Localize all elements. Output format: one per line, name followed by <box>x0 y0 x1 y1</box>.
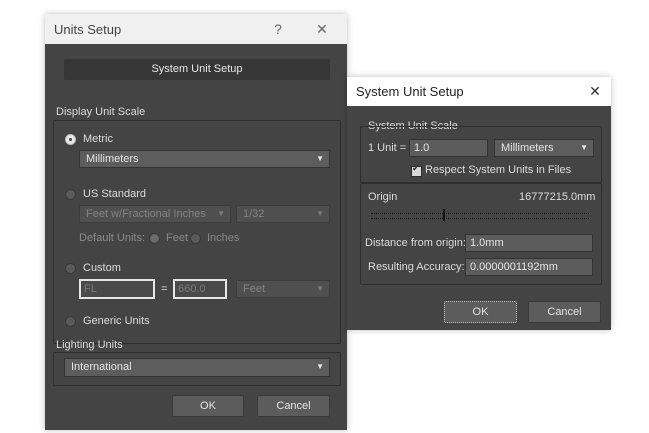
system-unit-setup-button[interactable]: System Unit Setup <box>64 59 330 80</box>
units-setup-title: Units Setup <box>54 22 122 37</box>
respect-units-label: Respect System Units in Files <box>425 164 572 176</box>
origin-value: 16777215.0mm <box>519 191 596 203</box>
us-standard-unit-value: Feet w/Fractional Inches <box>86 208 206 220</box>
scale-value-input[interactable]: 1.0 <box>409 139 488 157</box>
default-units-label: Default Units: <box>79 232 146 244</box>
close-icon[interactable]: ✕ <box>584 81 606 101</box>
origin-label: Origin <box>368 191 398 203</box>
chevron-down-icon: ▼ <box>217 209 225 218</box>
origin-slider[interactable] <box>371 213 589 219</box>
accuracy-input[interactable]: 0.0000001192mm <box>465 258 593 276</box>
system-unit-setup-dialog: System Unit Setup ✕ System Unit Scale 1 … <box>347 77 611 330</box>
us-standard-unit-dropdown[interactable]: Feet w/Fractional Inches ▼ <box>79 205 231 223</box>
us-standard-label: US Standard <box>83 188 146 200</box>
metric-radio[interactable] <box>65 134 76 145</box>
system-unit-setup-title: System Unit Setup <box>356 84 464 99</box>
feet-radio[interactable] <box>149 233 160 244</box>
us-standard-radio[interactable] <box>65 189 76 200</box>
one-unit-label: 1 Unit = <box>368 142 407 154</box>
inches-radio[interactable] <box>190 233 201 244</box>
origin-slider-handle[interactable] <box>443 209 445 221</box>
distance-input[interactable]: 1.0mm <box>465 234 593 252</box>
metric-unit-value: Millimeters <box>86 153 139 165</box>
system-unit-dropdown[interactable]: Millimeters ▼ <box>494 139 594 157</box>
metric-unit-dropdown[interactable]: Millimeters ▼ <box>79 150 330 168</box>
cancel-button[interactable]: Cancel <box>257 395 330 417</box>
fraction-value: 1/32 <box>243 208 265 220</box>
chevron-down-icon: ▼ <box>316 284 324 293</box>
chevron-down-icon: ▼ <box>580 143 588 152</box>
ok-button[interactable]: OK <box>172 395 244 417</box>
lighting-units-value: International <box>71 361 132 373</box>
chevron-down-icon: ▼ <box>316 362 324 371</box>
equals-sign: = <box>161 283 168 295</box>
inches-label: Inches <box>207 232 240 244</box>
custom-amount-input[interactable]: 660.0 <box>173 279 227 299</box>
lighting-units-dropdown[interactable]: International ▼ <box>64 358 330 377</box>
accuracy-label: Resulting Accuracy: <box>368 261 465 273</box>
custom-name-input[interactable]: FL <box>79 279 155 299</box>
chevron-down-icon: ▼ <box>316 209 324 218</box>
units-setup-titlebar: Units Setup ? ✕ <box>45 14 347 44</box>
custom-unit-value: Feet <box>243 283 266 295</box>
custom-radio[interactable] <box>65 263 76 274</box>
generic-units-radio[interactable] <box>65 316 76 327</box>
custom-unit-dropdown[interactable]: Feet ▼ <box>236 280 330 298</box>
respect-units-checkbox[interactable] <box>411 164 422 177</box>
fraction-dropdown[interactable]: 1/32 ▼ <box>236 205 330 223</box>
ok-button[interactable]: OK <box>444 301 517 323</box>
distance-label: Distance from origin: <box>365 237 466 249</box>
units-setup-dialog: Units Setup ? ✕ System Unit Setup Displa… <box>45 14 347 430</box>
chevron-down-icon: ▼ <box>316 154 324 163</box>
close-icon[interactable]: ✕ <box>311 19 333 39</box>
display-unit-scale-label: Display Unit Scale <box>56 106 146 118</box>
system-unit-setup-titlebar: System Unit Setup ✕ <box>347 77 611 106</box>
lighting-units-label: Lighting Units <box>56 339 123 351</box>
cancel-button[interactable]: Cancel <box>528 301 601 323</box>
generic-units-label: Generic Units <box>83 315 150 327</box>
feet-label: Feet <box>166 232 189 244</box>
custom-label: Custom <box>83 262 121 274</box>
metric-label: Metric <box>83 133 113 145</box>
help-icon[interactable]: ? <box>267 19 289 39</box>
system-unit-value: Millimeters <box>501 142 554 154</box>
